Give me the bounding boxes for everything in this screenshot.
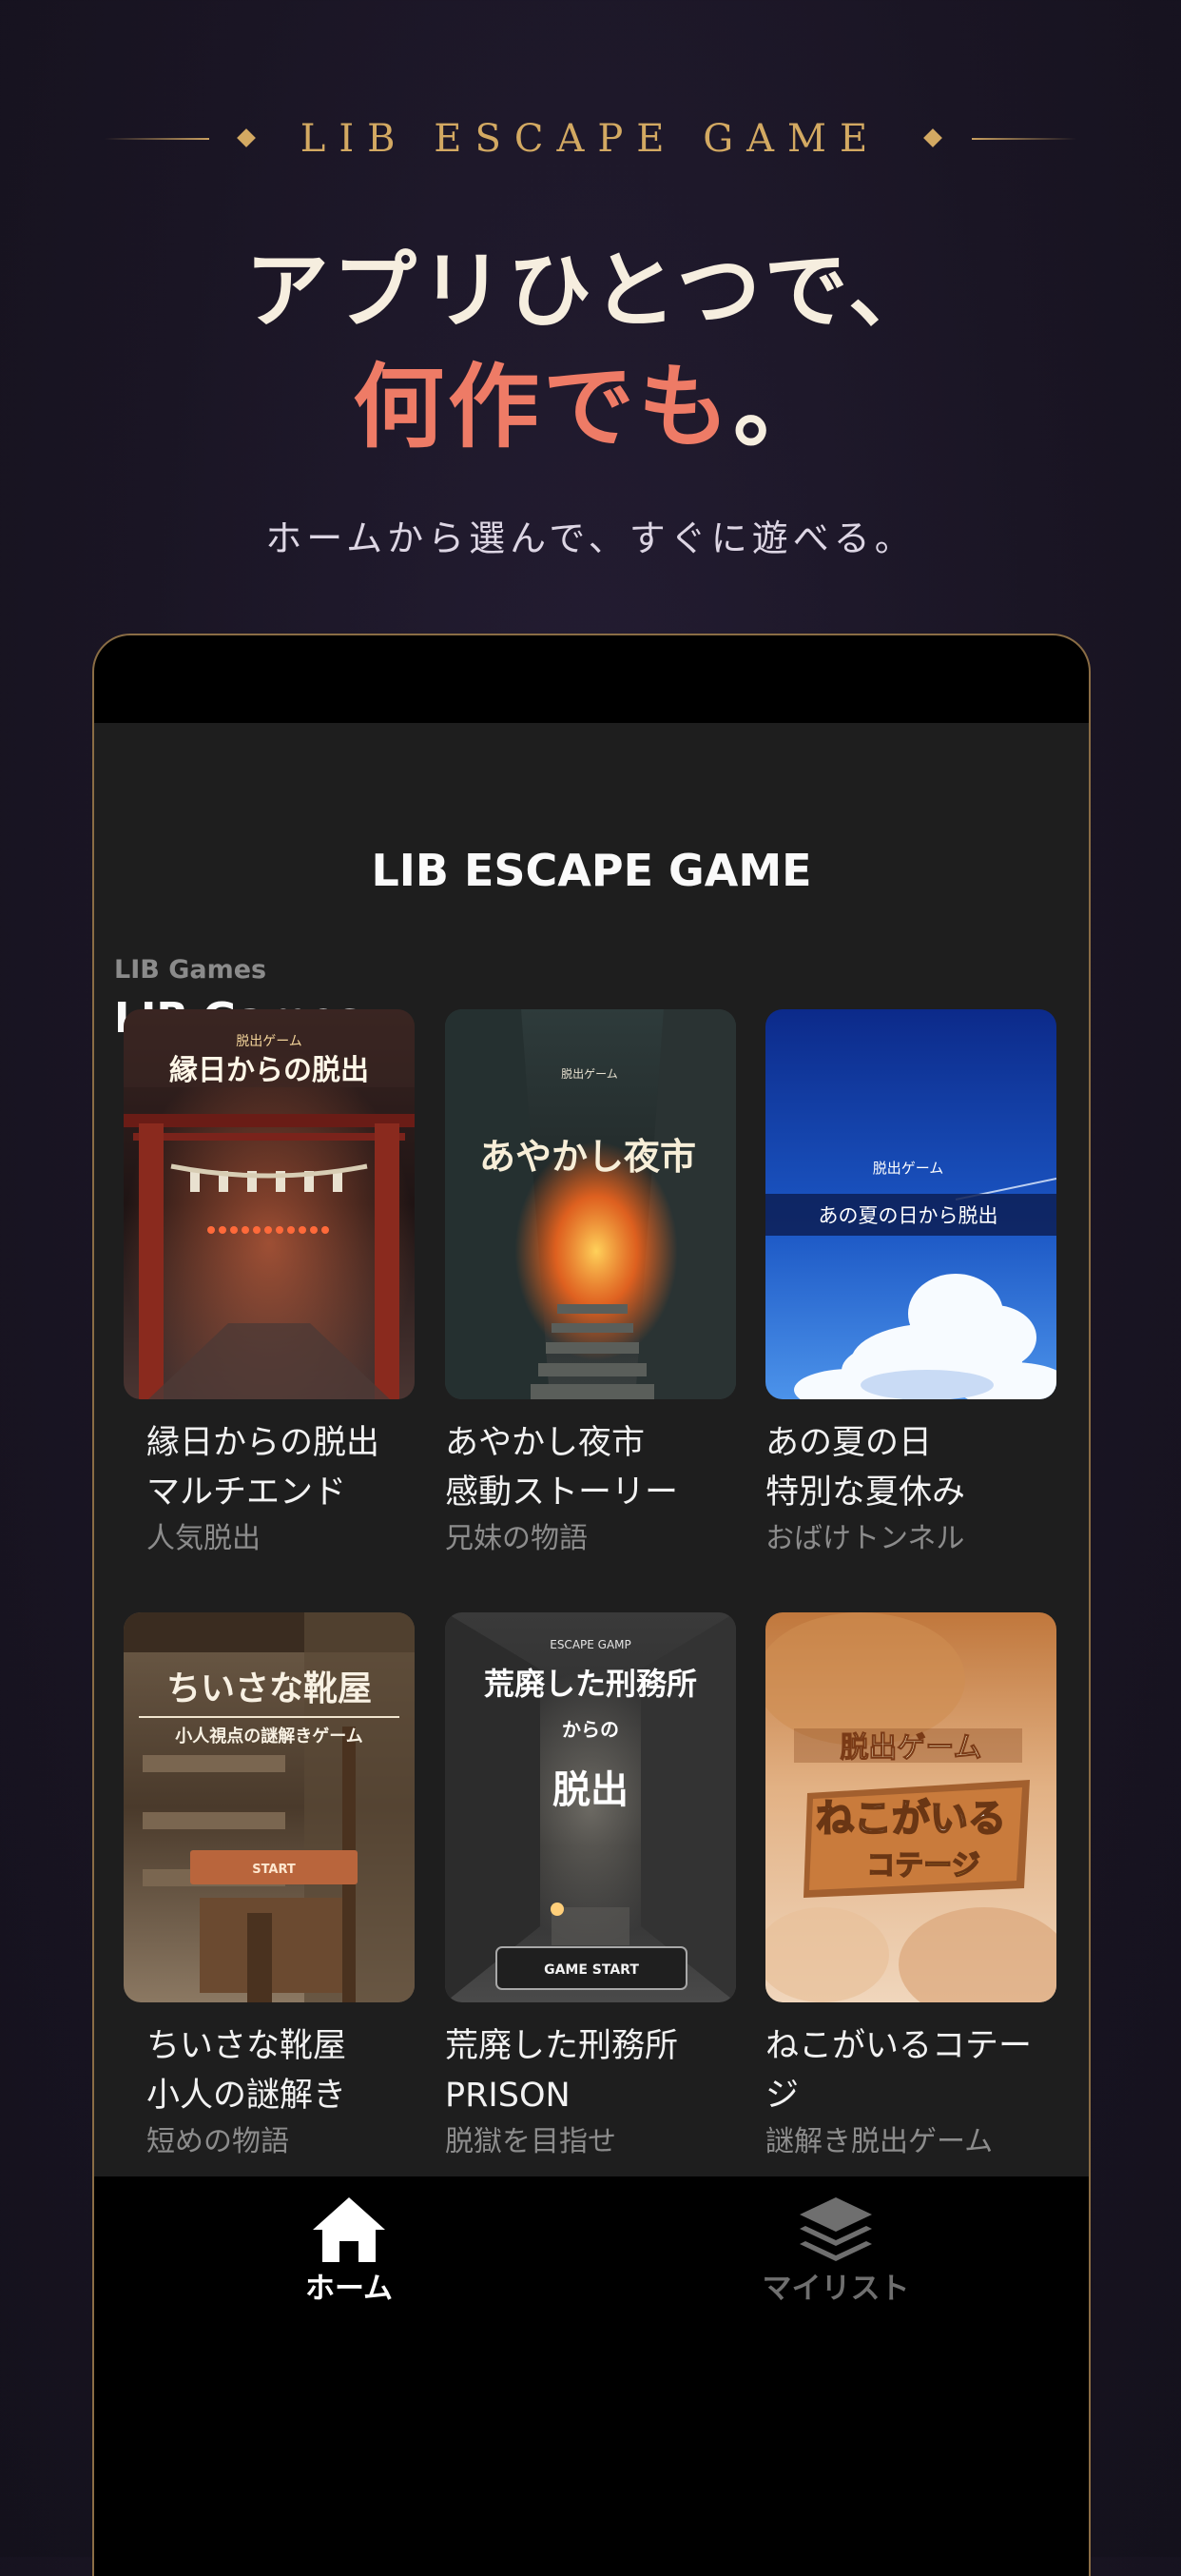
artwork-label: 脱出ゲーム [873,1160,944,1177]
alley-stairs-artwork: あやかし夜市 脱出ゲーム [445,1009,736,1399]
game-card-ayakashi[interactable]: あやかし夜市 脱出ゲーム あやかし夜市 感動ストーリー 兄妹の物語 [445,1009,740,1555]
game-card-text: ねこがいるコテー ジ 謎解き脱出ゲーム [765,2021,1051,2164]
prison-corridor-artwork: GAME START ESCAPE GAMP 荒廃した刑務所 からの 脱出 [445,1612,736,2002]
game-thumbnail[interactable]: 脱出ゲーム あの夏の日から脱出 [765,1009,1056,1399]
artwork-subtitle: 小人視点の謎解きゲーム [175,1726,362,1747]
artwork-title: あの夏の日から脱出 [819,1204,998,1227]
tab-mylist[interactable]: マイリスト [693,2194,978,2317]
bottom-tab-bar: ホーム マイリスト [94,2176,1089,2329]
artwork-label: ESCAPE GAMP [550,1638,631,1651]
game-card-text: あやかし夜市 感動ストーリー 兄妹の物語 [445,1418,730,1561]
artwork-start-label: START [252,1863,296,1877]
game-tag: おばけトンネル [765,1522,965,1555]
game-title: あの夏の日 特別な夏休み [765,1424,966,1512]
headline-accent: 何作でも [353,353,733,460]
game-title: ちいさな靴屋 小人の謎解き [146,2027,347,2115]
game-card-shoe-shop[interactable]: START ちいさな靴屋 小人視点の謎解きゲーム ちいさな靴屋 小人の謎解き 短… [124,1612,418,2158]
game-card-prison[interactable]: GAME START ESCAPE GAMP 荒廃した刑務所 からの 脱出 荒廃… [445,1612,740,2158]
diamond-icon [237,128,256,147]
phone-mockup: LIB ESCAPE GAME LIB Games LIB Games [92,634,1091,2576]
game-tag: 謎解き脱出ゲーム [765,2125,994,2158]
game-title: 縁日からの脱出 マルチエンド [146,1424,380,1512]
game-title: あやかし夜市 感動ストーリー [445,1424,679,1512]
diamond-icon [923,128,942,147]
home-icon [313,2197,385,2262]
game-thumbnail[interactable]: あやかし夜市 脱出ゲーム [445,1009,736,1399]
app-title: LIB ESCAPE GAME [371,845,812,896]
game-card-text: ちいさな靴屋 小人の謎解き 短めの物語 [146,2021,432,2164]
game-tag: 人気脱出 [146,1522,261,1555]
game-title: 荒廃した刑務所 PRISON [445,2027,679,2115]
game-card-cat-cottage[interactable]: 脱出ゲーム ねこがいる コテージ ねこがいるコテー ジ 謎解き脱出ゲーム [765,1612,1060,2158]
torii-gate-artwork: 脱出ゲーム 縁日からの脱出 [124,1009,415,1399]
cat-cottage-artwork: 脱出ゲーム ねこがいる コテージ [765,1612,1056,2002]
game-tag: 脱獄を目指せ [445,2125,616,2158]
tab-mylist-label: マイリスト [762,2272,910,2306]
artwork-title: 縁日からの脱出 [169,1054,369,1087]
game-card-summer[interactable]: 脱出ゲーム あの夏の日から脱出 あの夏の日 特別な夏休み おばけトンネル [765,1009,1060,1555]
artwork-title: 荒廃した刑務所 [484,1666,697,1702]
artwork-title-2: コテージ [866,1849,979,1883]
game-card-text: 荒廃した刑務所 PRISON 脱獄を目指せ [445,2021,730,2164]
artwork-title: あやかし夜市 [479,1135,696,1178]
artwork-title: ちいさな靴屋 [166,1669,372,1708]
headline-line-2: 何作でも。 [0,352,1181,462]
artwork-label: 脱出ゲーム [840,1731,981,1765]
artwork-title-2: 脱出 [552,1767,629,1812]
tab-home[interactable]: ホーム [206,2194,492,2317]
section-kicker: LIB Games [114,955,267,985]
game-card-ennichi[interactable]: 脱出ゲーム 縁日からの脱出 縁日からの脱出 マルチエンド 人気脱出 [124,1009,418,1555]
game-title: ねこがいるコテー ジ [765,2027,1033,2115]
headline-line-1: アプリひとつで、 [244,241,937,340]
promo-subline: ホームから選んで、すぐに遊べる。 [265,517,916,559]
layers-icon [800,2197,872,2261]
game-thumbnail[interactable]: 脱出ゲーム 縁日からの脱出 [124,1009,415,1399]
game-card-text: あの夏の日 特別な夏休み おばけトンネル [765,1418,1051,1561]
artwork-label: 脱出ゲーム [561,1066,618,1081]
summer-sky-artwork: 脱出ゲーム あの夏の日から脱出 [765,1009,1056,1399]
brand-banner: LIB ESCAPE GAME [0,110,1181,167]
game-tag: 短めの物語 [146,2125,289,2158]
brand-rule-left [105,138,209,140]
shoe-shop-artwork: START ちいさな靴屋 小人視点の謎解きゲーム [124,1612,415,2002]
tab-home-label: ホーム [304,2272,394,2306]
artwork-mid: からの [562,1718,619,1741]
game-thumbnail[interactable]: 脱出ゲーム ねこがいる コテージ [765,1612,1056,2002]
game-tag: 兄妹の物語 [445,1522,588,1555]
game-thumbnail[interactable]: START ちいさな靴屋 小人視点の謎解きゲーム [124,1612,415,2002]
headline-end: 。 [733,353,828,460]
game-card-text: 縁日からの脱出 マルチエンド 人気脱出 [146,1418,432,1561]
brand-rule-right [972,138,1076,140]
artwork-start-label: GAME START [544,1962,639,1978]
brand-title: LIB ESCAPE GAME [300,117,881,161]
game-thumbnail[interactable]: GAME START ESCAPE GAMP 荒廃した刑務所 からの 脱出 [445,1612,736,2002]
artwork-label: 脱出ゲーム [236,1034,302,1049]
artwork-title: ねこがいる [816,1797,1006,1841]
